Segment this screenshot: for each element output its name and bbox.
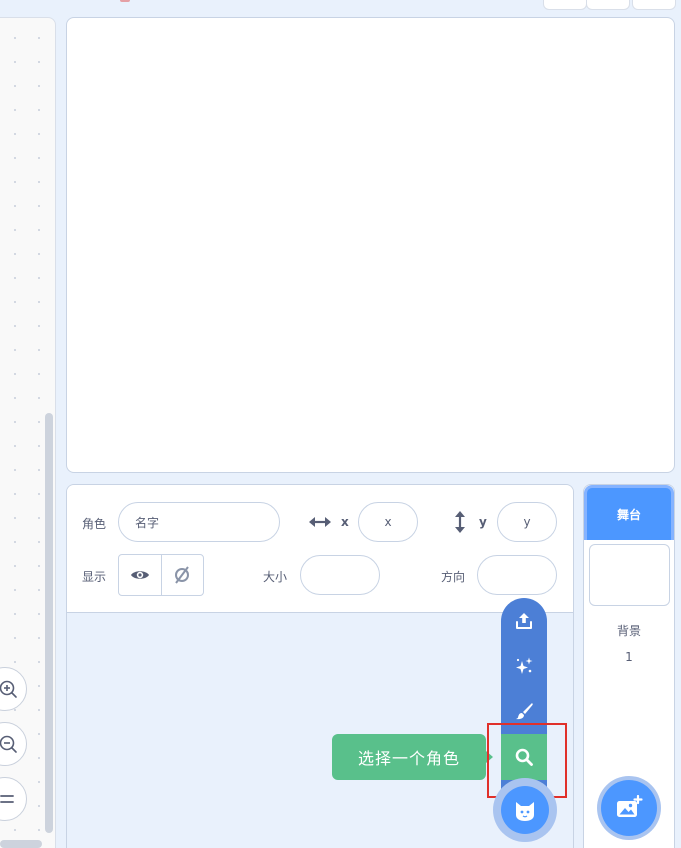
direction-label: 方向 — [441, 570, 466, 584]
size-label: 大小 — [263, 570, 288, 584]
top-toolbar-red-fragment — [120, 0, 130, 2]
size-input[interactable] — [300, 555, 380, 595]
stage-size-small-button[interactable] — [543, 0, 587, 10]
x-position-input[interactable]: x — [358, 502, 418, 542]
y-position-input[interactable]: y — [497, 502, 557, 542]
workspace-scrollbar[interactable] — [45, 413, 53, 833]
sparkle-icon — [516, 657, 533, 674]
equals-icon — [0, 795, 14, 803]
backdrop-count: 1 — [625, 650, 633, 664]
vertical-arrows-icon — [455, 511, 465, 533]
stage-canvas[interactable] — [66, 17, 675, 473]
sprite-info-panel: 角色 名字 x x y y 显示 大小 方向 — [67, 485, 573, 613]
y-label: y — [479, 515, 487, 529]
add-backdrop-button[interactable] — [597, 776, 661, 840]
add-backdrop-icon — [617, 795, 643, 817]
paintbrush-icon — [516, 703, 533, 720]
backdrops-label: 背景 — [616, 624, 641, 638]
add-sprite-button[interactable] — [493, 778, 557, 842]
horizontal-arrows-icon — [309, 517, 331, 527]
x-placeholder: x — [384, 515, 392, 529]
show-label: 显示 — [82, 570, 107, 584]
stage-header: 舞台 — [584, 485, 674, 540]
upload-icon — [516, 613, 532, 629]
zoom-out-icon — [0, 735, 17, 753]
eye-icon — [130, 571, 149, 579]
surprise-sprite-button[interactable] — [501, 643, 547, 689]
eye-hidden-icon — [175, 566, 190, 584]
zoom-in-icon — [0, 680, 17, 698]
hide-sprite-button[interactable] — [162, 555, 204, 595]
cat-icon — [516, 802, 534, 821]
show-sprite-button[interactable] — [119, 555, 162, 595]
y-placeholder: y — [523, 515, 531, 529]
sprite-label: 角色 — [82, 517, 107, 531]
visibility-toggle-group — [118, 554, 204, 596]
sprite-name-input[interactable]: 名字 — [118, 502, 280, 542]
x-label: x — [341, 515, 349, 529]
choose-sprite-tooltip: 选择一个角色 — [332, 734, 493, 780]
stage-thumbnail[interactable] — [589, 544, 670, 606]
sprite-name-placeholder: 名字 — [135, 515, 160, 530]
stage-size-large-button[interactable] — [586, 0, 630, 10]
direction-input[interactable] — [477, 555, 557, 595]
horizontal-scrollbar[interactable] — [0, 840, 42, 848]
fullscreen-button[interactable] — [632, 0, 676, 10]
upload-sprite-button[interactable] — [501, 598, 547, 644]
